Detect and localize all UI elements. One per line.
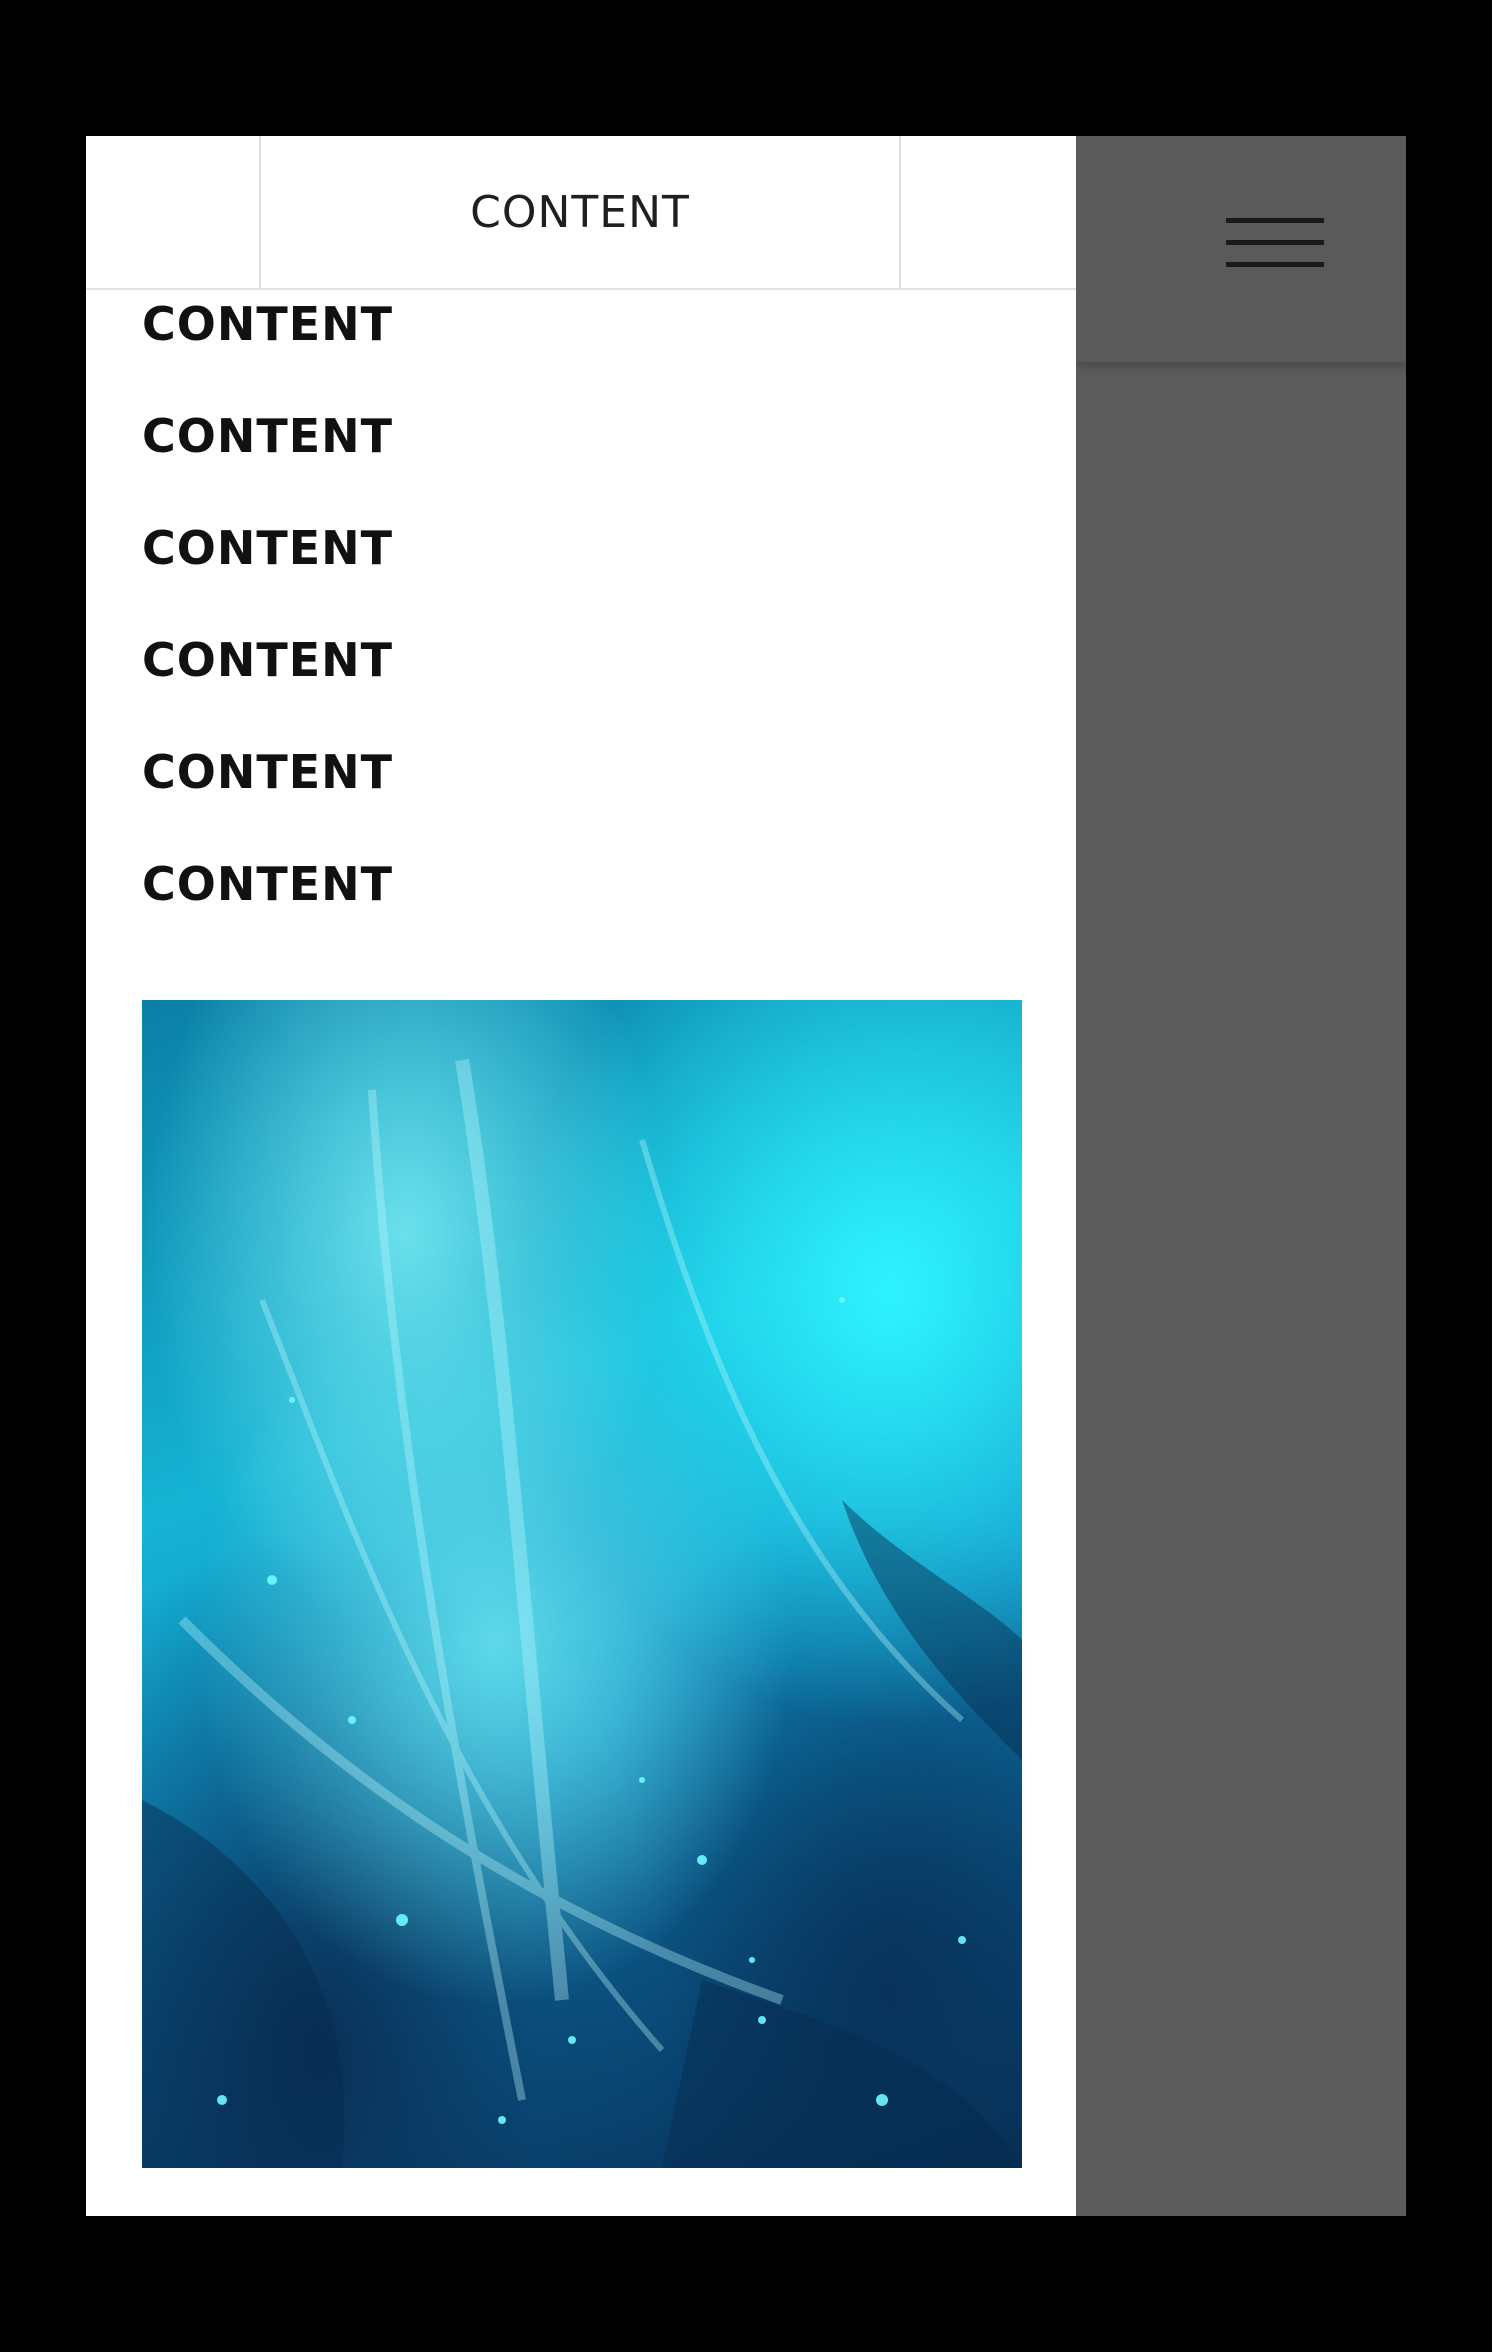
drawer-menu: CONTENT CONTENT CONTENT CONTENT CONTENT …	[142, 294, 1022, 966]
header-title-cell[interactable]: CONTENT	[261, 136, 901, 288]
menu-item[interactable]: CONTENT	[142, 742, 1022, 854]
menu-item[interactable]: CONTENT	[142, 630, 1022, 742]
hamburger-menu-icon	[1226, 218, 1324, 223]
abstract-texture	[142, 1058, 1022, 2168]
header-left-cell	[86, 136, 261, 288]
menu-item[interactable]: CONTENT	[142, 854, 1022, 966]
menu-item[interactable]: CONTENT	[142, 518, 1022, 630]
hero-image	[142, 1000, 1022, 2168]
hamburger-menu-icon-bar	[1226, 262, 1324, 267]
drawer-title: CONTENT	[470, 186, 690, 238]
drawer-header: CONTENT	[86, 136, 1076, 290]
menu-item[interactable]: CONTENT	[142, 294, 1022, 406]
menu-item[interactable]: CONTENT	[142, 406, 1022, 518]
top-bar	[1076, 136, 1406, 362]
hamburger-menu-icon-bar	[1226, 240, 1324, 245]
header-right-cell	[901, 136, 1076, 288]
dimmed-overlay[interactable]	[1076, 136, 1406, 2216]
app-frame: CONTENT CONTENT CONTENT CONTENT CONTENT …	[86, 136, 1406, 2216]
hamburger-menu-button[interactable]	[1216, 210, 1326, 280]
side-drawer: CONTENT CONTENT CONTENT CONTENT CONTENT …	[86, 136, 1076, 2216]
